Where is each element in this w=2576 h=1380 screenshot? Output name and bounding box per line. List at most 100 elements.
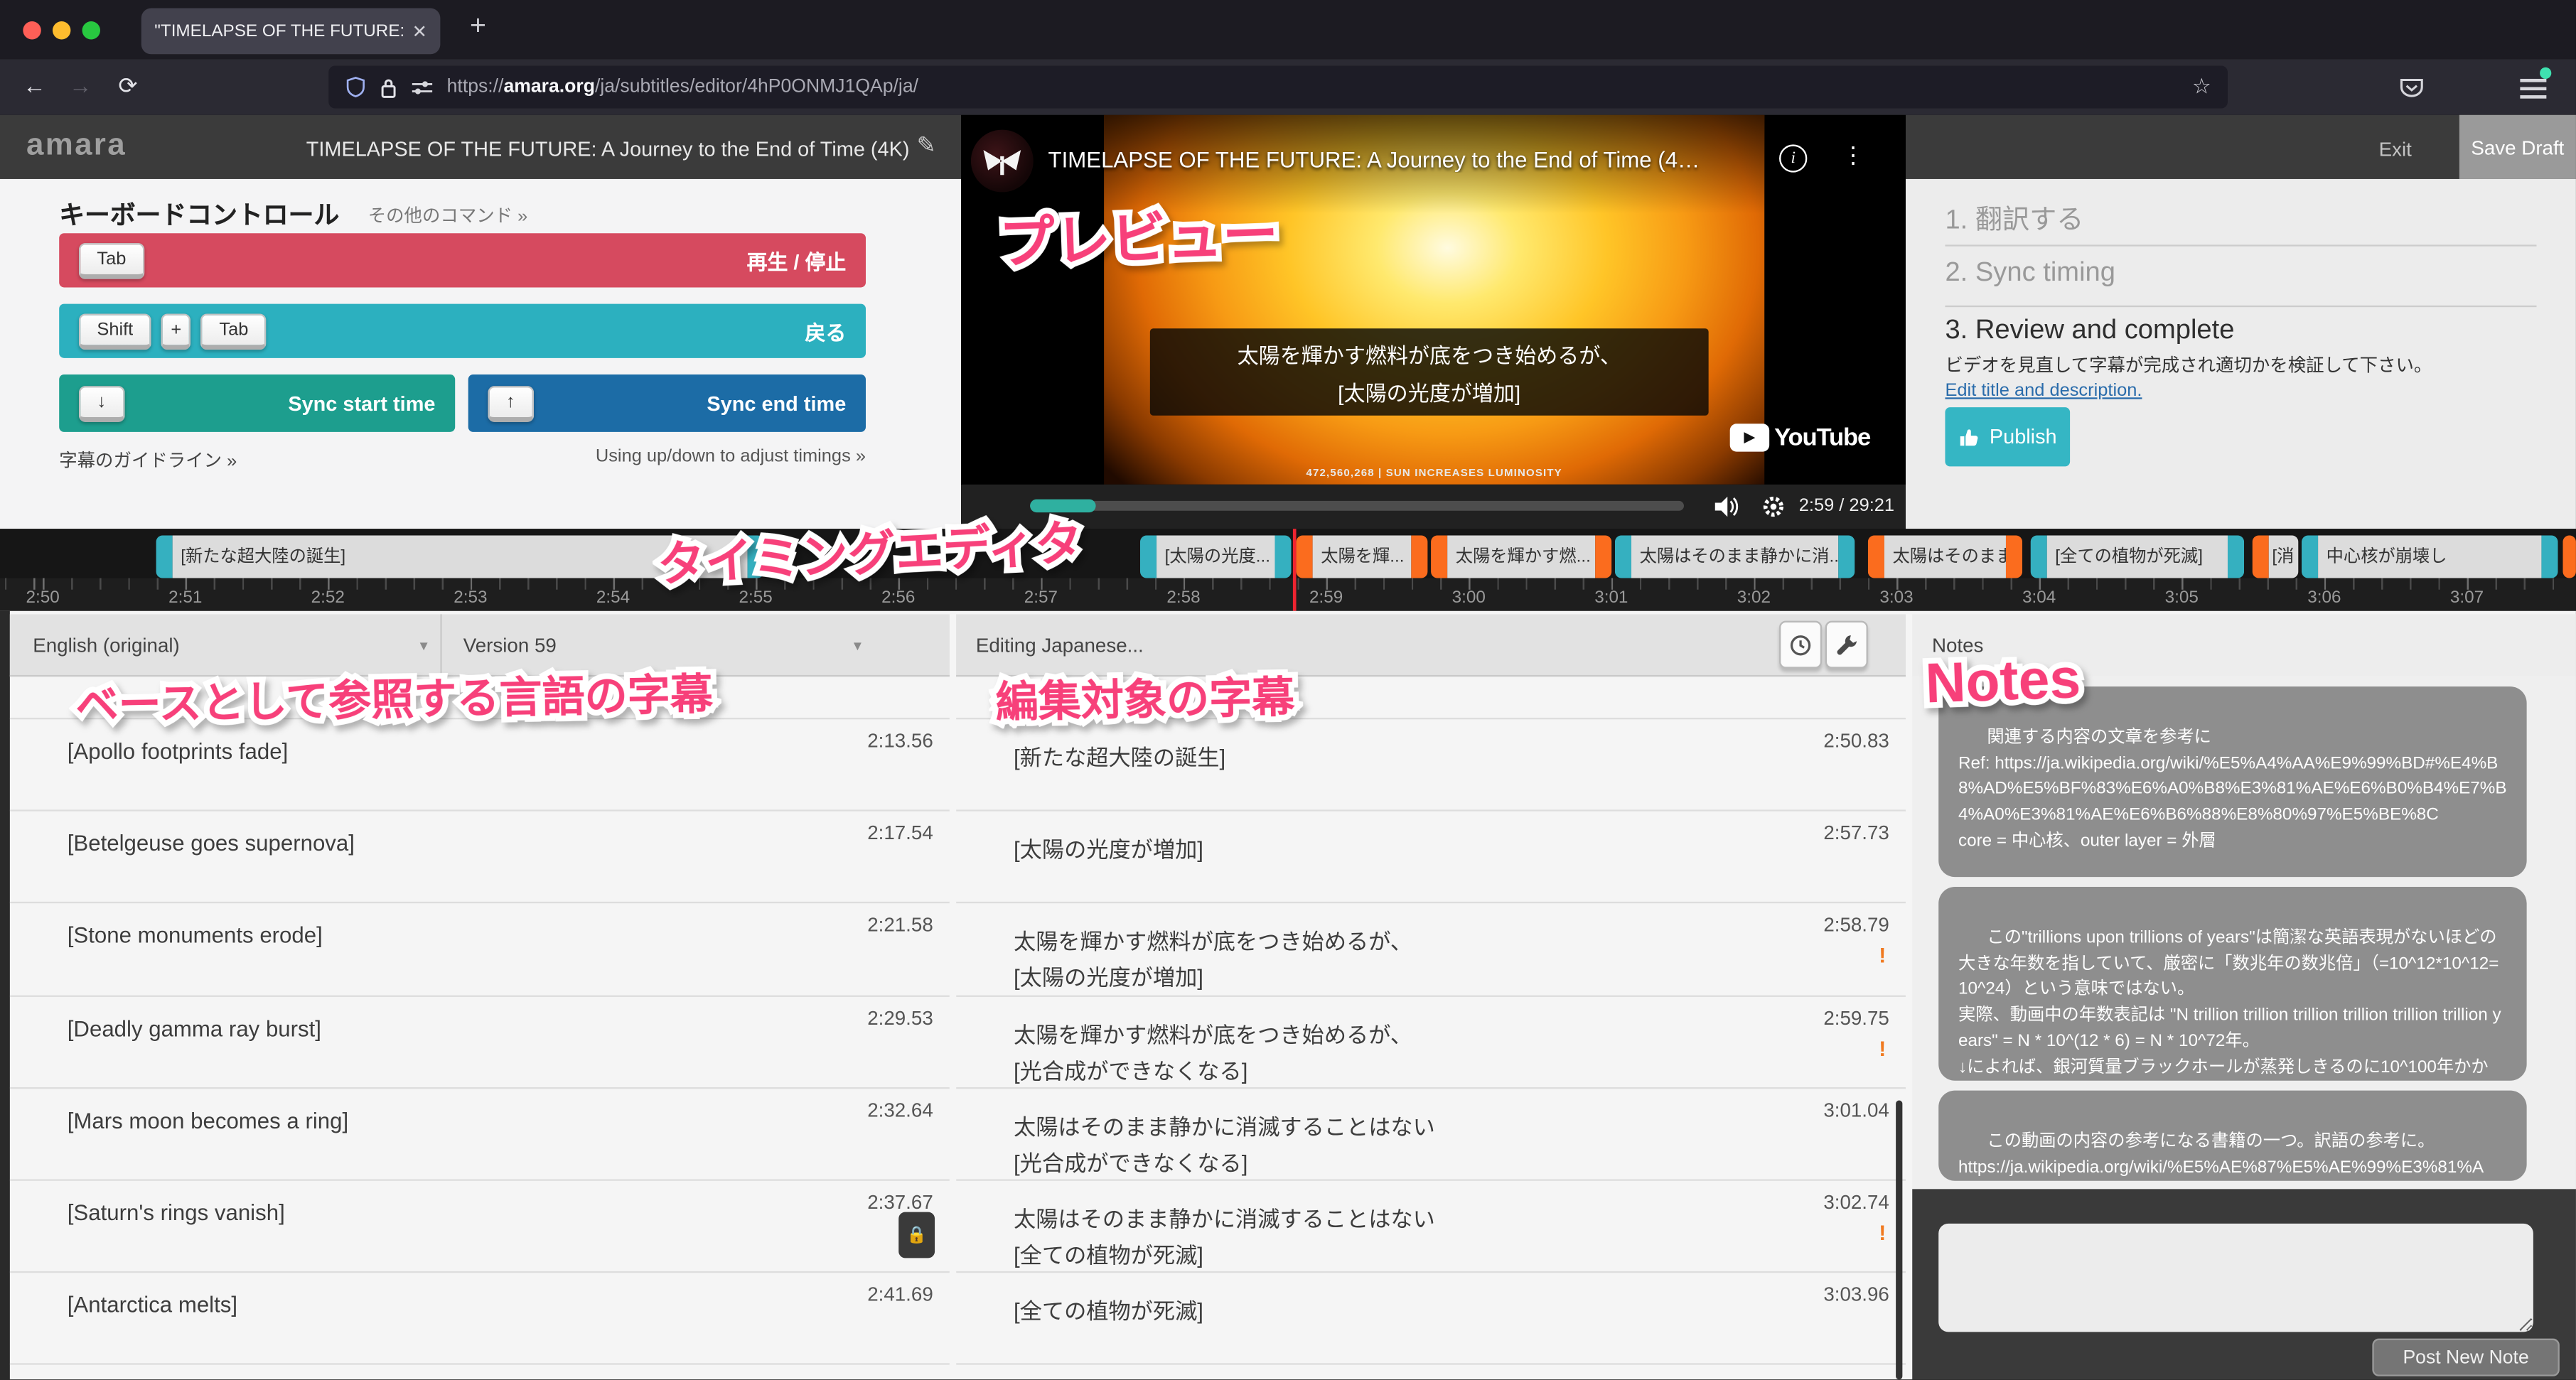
- ruler-label: 3:03: [1879, 588, 1913, 608]
- subtitle-row[interactable]: [新たな超大陸の誕生] 2:50.83: [956, 718, 1906, 810]
- subtitle-row[interactable]: 太陽はそのまま静かに消滅することはない[光合成ができなくなる] 3:01.04: [956, 1087, 1906, 1180]
- pocket-icon[interactable]: [2398, 77, 2425, 100]
- lock-icon[interactable]: [380, 76, 397, 97]
- window-minimize-button[interactable]: [53, 21, 70, 39]
- more-options-icon[interactable]: ⋮: [1842, 141, 1864, 169]
- subtitle-row[interactable]: [太陽の光度が増加] 2:57.73: [956, 810, 1906, 902]
- version-dropdown[interactable]: Version 59: [463, 634, 557, 657]
- adjust-timings-link[interactable]: Using up/down to adjust timings »: [509, 447, 866, 467]
- block-start-handle[interactable]: [1431, 535, 1447, 578]
- url-bar[interactable]: https://amara.org/ja/subtitles/editor/4h…: [328, 65, 2228, 108]
- timeline-playhead[interactable]: [1293, 529, 1297, 611]
- subtitle-row[interactable]: [Stone monuments erode]2:21.58: [10, 902, 950, 995]
- block-end-handle[interactable]: [1411, 535, 1427, 578]
- edit-title-description-link[interactable]: Edit title and description.: [1945, 381, 2142, 401]
- forward-button[interactable]: →: [69, 72, 92, 99]
- edit-title-icon[interactable]: ✎: [917, 131, 936, 159]
- step-review[interactable]: 3. Review and complete: [1945, 316, 2234, 347]
- chevron-down-icon[interactable]: ▼: [851, 639, 864, 654]
- step-translate[interactable]: 1. 翻訳する: [1945, 197, 2083, 236]
- subtitle-row[interactable]: [Saturn's rings vanish]2:37.67 🔒: [10, 1179, 950, 1271]
- video-player[interactable]: TIMELAPSE OF THE FUTURE: A Journey to th…: [961, 115, 1906, 529]
- block-start-handle[interactable]: [1615, 535, 1631, 578]
- settings-gear-icon[interactable]: [1761, 495, 1786, 519]
- step-sync-timing[interactable]: 2. Sync timing: [1945, 258, 2115, 289]
- tab-close-icon[interactable]: ✕: [412, 21, 427, 42]
- save-draft-button[interactable]: Save Draft: [2459, 115, 2576, 179]
- note-item[interactable]: この"trillions upon trillions of years"は簡潔…: [1938, 887, 2526, 1081]
- volume-icon[interactable]: [1714, 495, 1742, 519]
- subtitle-row[interactable]: [Mars moon becomes a ring]2:32.64: [10, 1087, 950, 1180]
- sync-start-button[interactable]: ↓ Sync start time: [59, 374, 455, 432]
- bookmark-star-icon[interactable]: ☆: [2192, 74, 2211, 100]
- block-start-handle[interactable]: [2031, 535, 2047, 578]
- note-item[interactable]: 関連する内容の文章を参考に Ref: https://ja.wikipedia.…: [1938, 686, 2526, 877]
- permissions-icon[interactable]: [411, 77, 434, 97]
- reference-subtitle-list[interactable]: [Apollo footprints fade]2:13.56 [Betelge…: [10, 676, 950, 1379]
- block-start-handle[interactable]: [1297, 535, 1313, 578]
- block-start-handle[interactable]: [156, 535, 173, 578]
- exit-button[interactable]: Exit: [2379, 138, 2412, 161]
- publish-button[interactable]: Publish: [1945, 407, 2070, 466]
- ruler-label: 3:00: [1452, 588, 1486, 608]
- url-text[interactable]: https://amara.org/ja/subtitles/editor/4h…: [447, 77, 918, 97]
- chevron-down-icon[interactable]: ▼: [417, 639, 430, 654]
- block-start-handle[interactable]: [2302, 535, 2318, 578]
- subtitle-row[interactable]: 太陽を輝かす燃料が底をつき始めるが、[太陽の光度が増加] 2:58.79!: [956, 902, 1906, 995]
- new-note-input[interactable]: [1938, 1224, 2533, 1332]
- note-item[interactable]: この動画の内容の参考になる書籍の一つ。訳語の参考に。 https://ja.wi…: [1938, 1091, 2526, 1181]
- block-end-handle[interactable]: [2228, 535, 2244, 578]
- block-start-handle[interactable]: [1140, 535, 1156, 578]
- left-scrollbar-gutter[interactable]: [0, 611, 10, 1380]
- subtitle-row[interactable]: [Antarctica melts]2:41.69: [10, 1271, 950, 1364]
- subtitle-list-scrollbar[interactable]: [1896, 1101, 1902, 1380]
- video-overlay-title[interactable]: TIMELAPSE OF THE FUTURE: A Journey to th…: [1048, 148, 1771, 173]
- timeline-subtitle-block[interactable]: 太陽はそのまま...: [1868, 535, 2022, 578]
- editing-subtitle-list[interactable]: [新たな超大陸の誕生] 2:50.83 [太陽の光度が増加] 2:57.73 太…: [956, 676, 1906, 1379]
- window-zoom-button[interactable]: [82, 21, 100, 39]
- back-shortcut[interactable]: Shift + Tab 戻る: [59, 304, 866, 358]
- window-close-button[interactable]: [23, 21, 41, 39]
- language-dropdown[interactable]: English (original): [33, 634, 180, 657]
- subtitle-row[interactable]: 太陽を輝かす燃料が底をつき始めるが、[光合成ができなくなる] 2:59.75!: [956, 995, 1906, 1087]
- back-button[interactable]: ←: [23, 72, 45, 99]
- sync-end-button[interactable]: ↑ Sync end time: [468, 374, 866, 432]
- block-end-handle[interactable]: [1595, 535, 1611, 578]
- block-end-handle[interactable]: [2541, 535, 2558, 578]
- block-end-handle[interactable]: [1274, 535, 1291, 578]
- subtitle-row[interactable]: [全ての植物が死滅] 3:03.96: [956, 1271, 1906, 1364]
- seek-bar[interactable]: [1030, 501, 1684, 511]
- timeline-ruler[interactable]: 2:50 2:51 2:52 2:53 2:54 2:55 2:56 2:57 …: [0, 578, 2576, 611]
- amara-logo[interactable]: amara: [26, 128, 127, 164]
- block-end-handle[interactable]: [2006, 535, 2022, 578]
- timeline-subtitle-block[interactable]: [消: [2253, 535, 2299, 578]
- notes-list[interactable]: 関連する内容の文章を参考に Ref: https://ja.wikipedia.…: [1912, 676, 2576, 1189]
- block-start-handle[interactable]: [1868, 535, 1884, 578]
- tracking-shield-icon[interactable]: [345, 75, 366, 98]
- info-icon[interactable]: i: [1779, 144, 1807, 172]
- timeline-subtitle-block[interactable]: [太陽の光度...: [1140, 535, 1292, 578]
- tools-button[interactable]: [1825, 621, 1868, 669]
- timing-tools-button[interactable]: [1779, 621, 1822, 669]
- channel-avatar[interactable]: [971, 130, 1034, 193]
- timeline-subtitle-block[interactable]: [全ての植物が死滅]: [2031, 535, 2244, 578]
- menu-icon[interactable]: [2520, 74, 2546, 104]
- youtube-logo[interactable]: ▶ YouTube: [1730, 424, 1870, 451]
- subtitle-row[interactable]: [Betelgeuse goes supernova]2:17.54: [10, 810, 950, 902]
- play-pause-shortcut[interactable]: Tab 再生 / 停止: [59, 233, 866, 287]
- subtitle-row[interactable]: 太陽はそのまま静かに消滅することはない[全ての植物が死滅] 3:02.74!: [956, 1179, 1906, 1271]
- timeline-subtitle-block[interactable]: 太陽を輝かす燃...: [1431, 535, 1611, 578]
- timeline-subtitle-block[interactable]: [2562, 535, 2575, 578]
- timeline-subtitle-block[interactable]: 太陽を輝...: [1297, 535, 1428, 578]
- subtitle-guidelines-link[interactable]: 字幕のガイドライン »: [59, 447, 237, 473]
- reload-button[interactable]: ⟳: [118, 72, 137, 100]
- block-start-handle[interactable]: [2253, 535, 2269, 578]
- post-new-note-button[interactable]: Post New Note: [2372, 1339, 2559, 1376]
- new-tab-button[interactable]: +: [470, 10, 486, 43]
- timeline-subtitle-block[interactable]: 太陽はそのまま静かに消...: [1615, 535, 1855, 578]
- block-end-handle[interactable]: [1838, 535, 1855, 578]
- timeline-subtitle-block[interactable]: 中心核が崩壊し: [2302, 535, 2558, 578]
- more-commands-link[interactable]: その他のコマンド »: [368, 202, 528, 228]
- browser-tab[interactable]: "TIMELAPSE OF THE FUTURE: A Jou ✕: [141, 9, 441, 55]
- subtitle-row[interactable]: [Deadly gamma ray burst]2:29.53: [10, 995, 950, 1087]
